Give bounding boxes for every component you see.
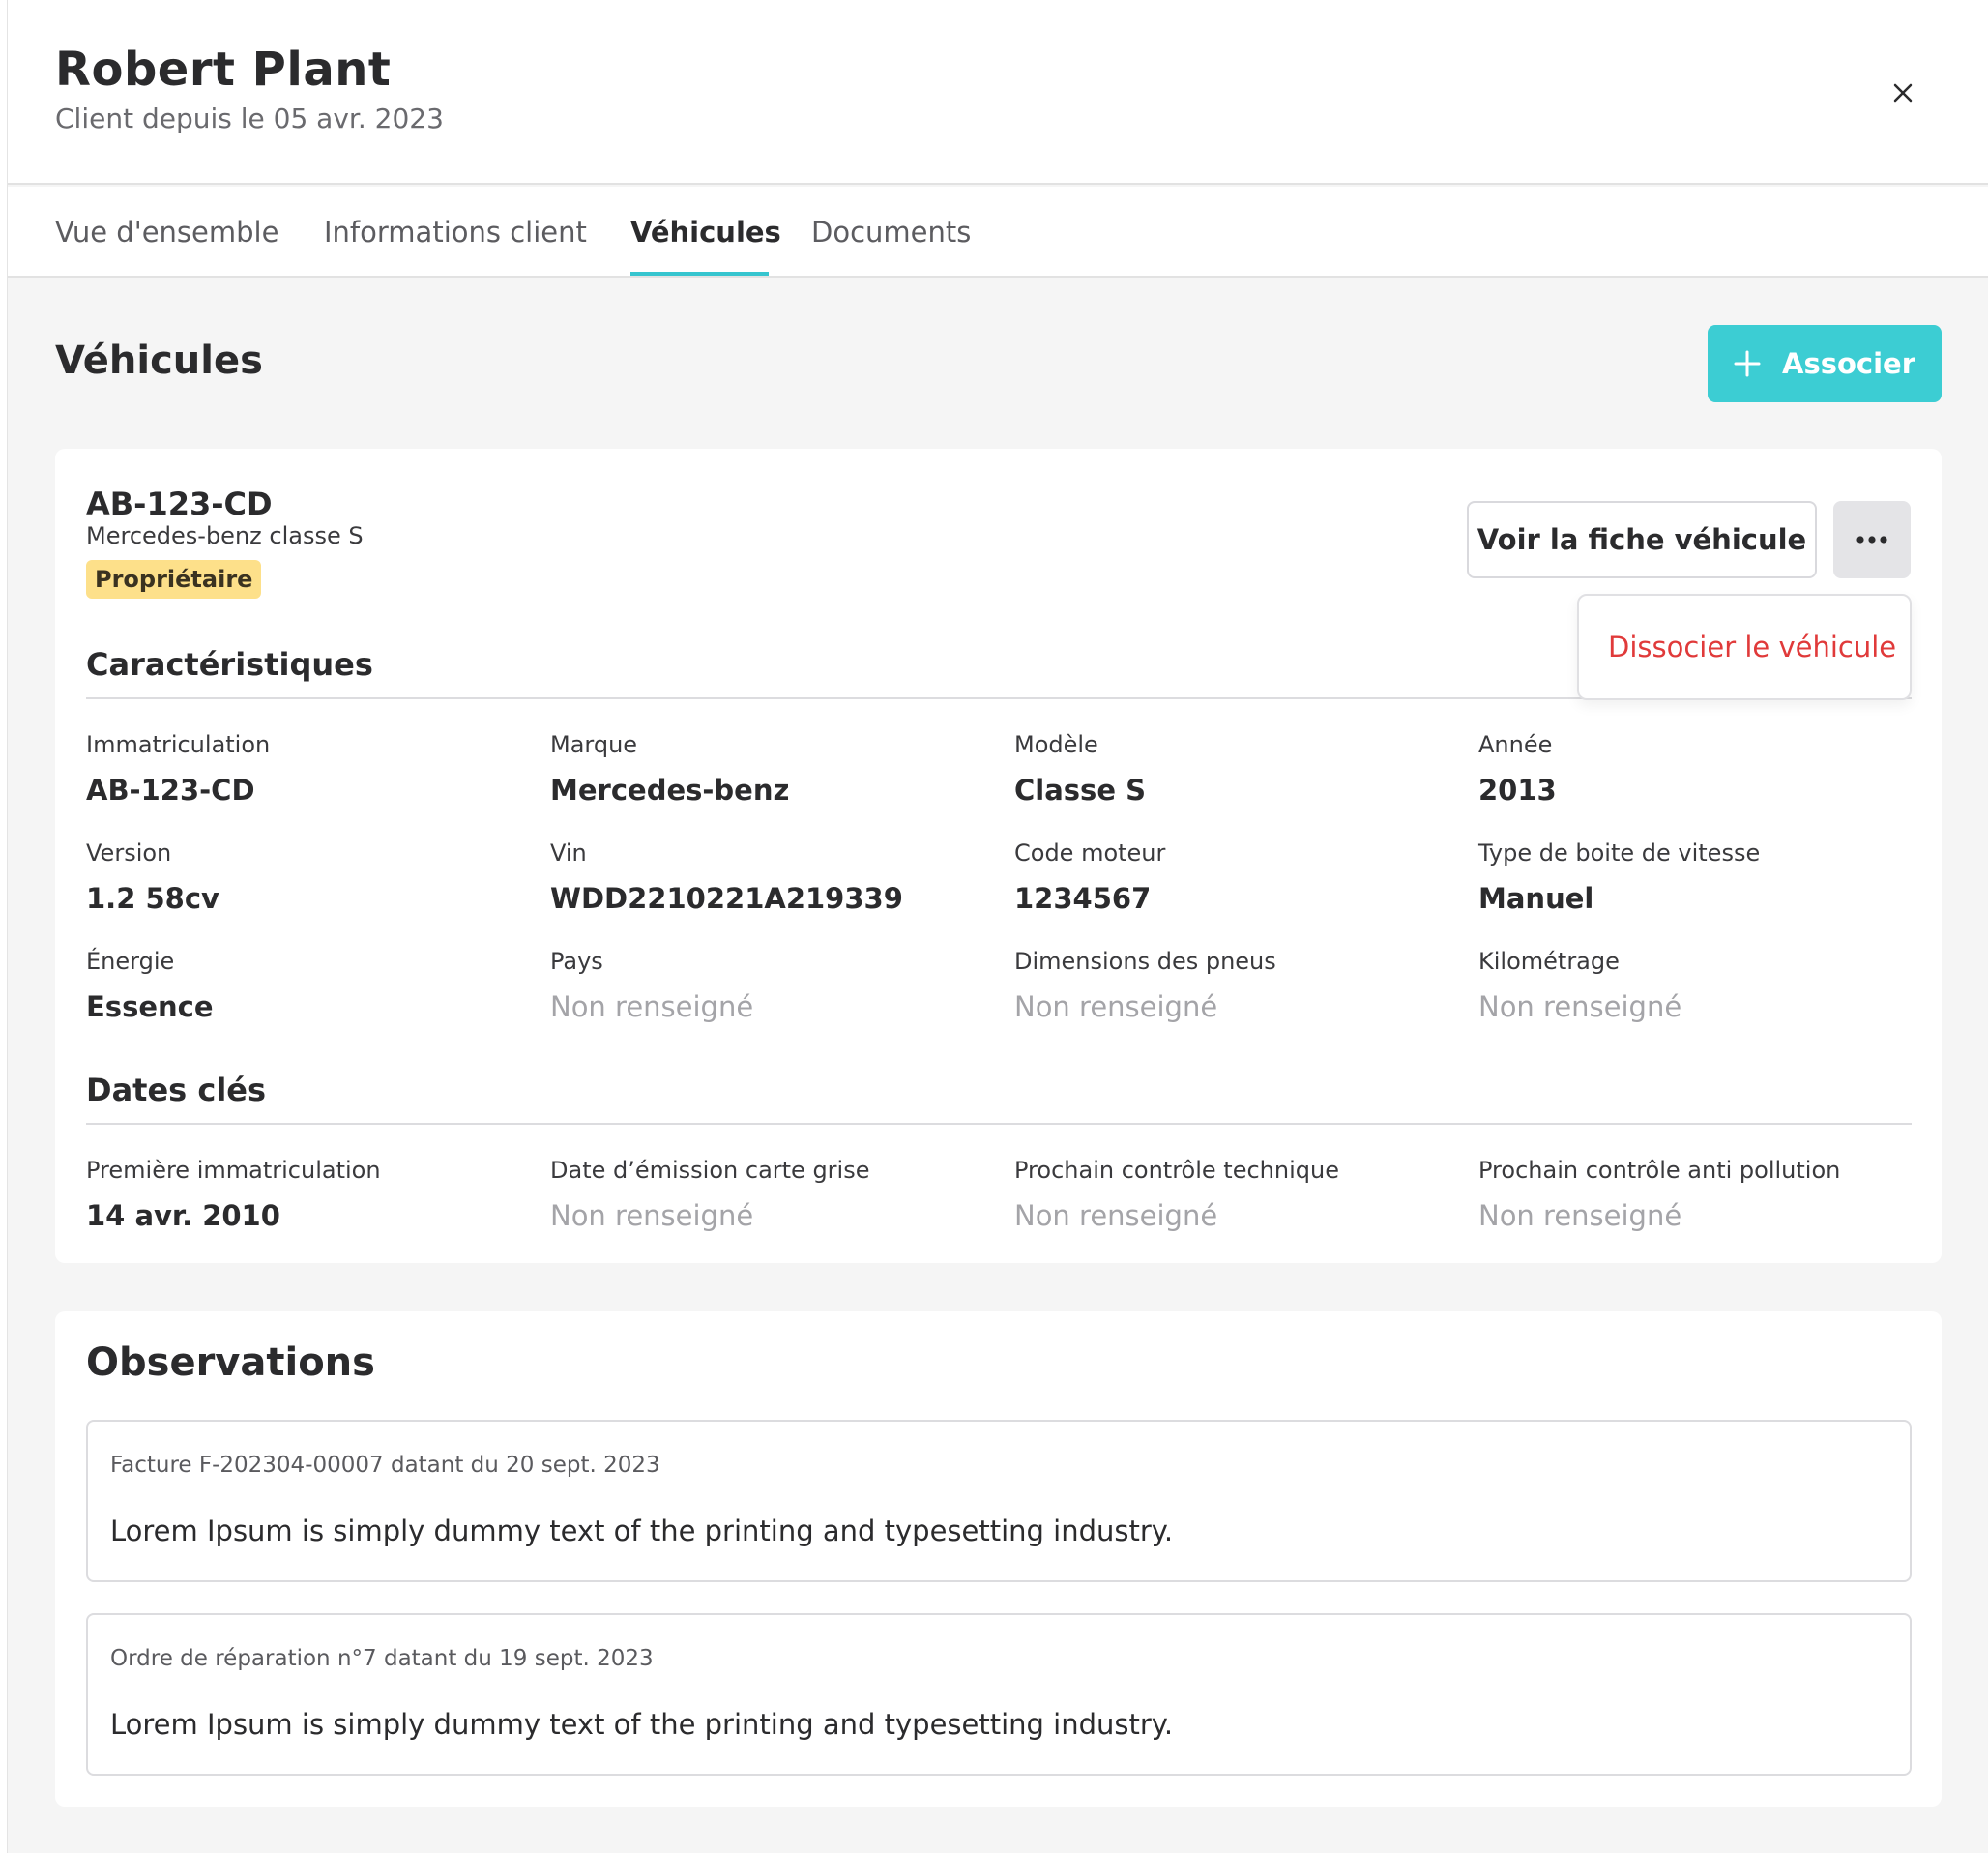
field-label: Vin <box>550 839 587 867</box>
field-pays: Pays Non renseigné <box>550 948 1005 1023</box>
field-premiere-immatriculation: Première immatriculation 14 avr. 2010 <box>86 1157 541 1232</box>
field-value: AB-123-CD <box>86 774 255 807</box>
field-value: Mercedes-benz <box>550 774 790 807</box>
tab-bar: Vue d'ensemble Informations client Véhic… <box>8 187 1988 278</box>
field-marque: Marque Mercedes-benz <box>550 731 1005 807</box>
active-tab-indicator <box>630 272 769 276</box>
field-value: WDD2210221A219339 <box>550 882 903 915</box>
associate-button-label: Associer <box>1782 347 1915 380</box>
tab-client-info[interactable]: Informations client <box>324 216 587 249</box>
client-panel: Robert Plant Client depuis le 05 avr. 20… <box>7 0 1988 1853</box>
field-version: Version 1.2 58cv <box>86 839 541 915</box>
field-label: Énergie <box>86 948 175 975</box>
field-value: Manuel <box>1478 882 1594 915</box>
tab-vehicles[interactable]: Véhicules <box>630 216 781 249</box>
observation-text: Lorem Ipsum is simply dummy text of the … <box>110 1515 1174 1547</box>
field-label: Immatriculation <box>86 731 271 758</box>
field-energie: Énergie Essence <box>86 948 541 1023</box>
vehicle-model: Mercedes-benz classe S <box>86 522 364 549</box>
field-value: Essence <box>86 990 214 1023</box>
field-date-emission-carte-grise: Date d’émission carte grise Non renseign… <box>550 1157 1005 1232</box>
field-label: Prochain contrôle anti pollution <box>1478 1157 1841 1184</box>
field-value: 14 avr. 2010 <box>86 1199 280 1232</box>
field-label: Marque <box>550 731 638 758</box>
characteristics-title: Caractéristiques <box>86 646 373 683</box>
field-label: Kilométrage <box>1478 948 1620 975</box>
field-value: 2013 <box>1478 774 1557 807</box>
field-label: Pays <box>550 948 603 975</box>
field-code-moteur: Code moteur 1234567 <box>1014 839 1469 915</box>
field-value: Non renseigné <box>1478 1199 1682 1232</box>
field-label: Version <box>86 839 172 867</box>
field-type-boite: Type de boite de vitesse Manuel <box>1478 839 1933 915</box>
close-icon[interactable] <box>1884 74 1922 112</box>
field-value: 1234567 <box>1014 882 1152 915</box>
key-dates-divider <box>86 1123 1912 1125</box>
client-name: Robert Plant <box>55 43 392 97</box>
field-label: Code moteur <box>1014 839 1166 867</box>
panel-header: Robert Plant Client depuis le 05 avr. 20… <box>8 0 1988 185</box>
field-label: Modèle <box>1014 731 1098 758</box>
field-label: Dimensions des pneus <box>1014 948 1276 975</box>
observation-item: Ordre de réparation n°7 datant du 19 sep… <box>86 1613 1912 1776</box>
dissociate-vehicle-menu-item[interactable]: Dissocier le véhicule <box>1608 631 1896 663</box>
field-value: 1.2 58cv <box>86 882 219 915</box>
tab-overview[interactable]: Vue d'ensemble <box>55 216 278 249</box>
field-value: Classe S <box>1014 774 1146 807</box>
view-vehicle-button[interactable]: Voir la fiche véhicule <box>1467 501 1817 578</box>
key-dates-title: Dates clés <box>86 1072 267 1108</box>
observation-meta: Ordre de réparation n°7 datant du 19 sep… <box>110 1646 654 1671</box>
field-label: Type de boite de vitesse <box>1478 839 1761 867</box>
field-immatriculation: Immatriculation AB-123-CD <box>86 731 541 807</box>
client-since: Client depuis le 05 avr. 2023 <box>55 103 444 134</box>
field-label: Prochain contrôle technique <box>1014 1157 1339 1184</box>
field-modele: Modèle Classe S <box>1014 731 1469 807</box>
vehicle-options-menu: Dissocier le véhicule <box>1577 594 1912 700</box>
field-label: Année <box>1478 731 1553 758</box>
more-horizontal-icon <box>1856 536 1887 544</box>
field-value: Non renseigné <box>1478 990 1682 1023</box>
field-dimensions-pneus: Dimensions des pneus Non renseigné <box>1014 948 1469 1023</box>
field-vin: Vin WDD2210221A219339 <box>550 839 1005 915</box>
associate-button[interactable]: Associer <box>1708 325 1942 402</box>
observation-text: Lorem Ipsum is simply dummy text of the … <box>110 1708 1174 1741</box>
owner-badge: Propriétaire <box>86 560 262 599</box>
vehicle-card: AB-123-CD Mercedes-benz classe S Proprié… <box>55 449 1942 1263</box>
field-value: Non renseigné <box>550 990 754 1023</box>
field-label: Première immatriculation <box>86 1157 381 1184</box>
field-kilometrage: Kilométrage Non renseigné <box>1478 948 1933 1023</box>
observations-card: Observations Facture F-202304-00007 data… <box>55 1311 1942 1807</box>
field-prochain-controle-technique: Prochain contrôle technique Non renseign… <box>1014 1157 1469 1232</box>
observation-item: Facture F-202304-00007 datant du 20 sept… <box>86 1420 1912 1582</box>
field-prochain-controle-anti-pollution: Prochain contrôle anti pollution Non ren… <box>1478 1157 1933 1232</box>
field-value: Non renseigné <box>1014 990 1218 1023</box>
observation-meta: Facture F-202304-00007 datant du 20 sept… <box>110 1453 660 1478</box>
field-value: Non renseigné <box>550 1199 754 1232</box>
field-value: Non renseigné <box>1014 1199 1218 1232</box>
tab-documents[interactable]: Documents <box>811 216 971 249</box>
field-label: Date d’émission carte grise <box>550 1157 870 1184</box>
field-annee: Année 2013 <box>1478 731 1933 807</box>
observations-title: Observations <box>86 1340 375 1385</box>
section-title: Véhicules <box>55 338 263 383</box>
vehicle-plate: AB-123-CD <box>86 485 273 522</box>
more-options-button[interactable] <box>1833 501 1911 578</box>
plus-icon <box>1734 350 1761 377</box>
